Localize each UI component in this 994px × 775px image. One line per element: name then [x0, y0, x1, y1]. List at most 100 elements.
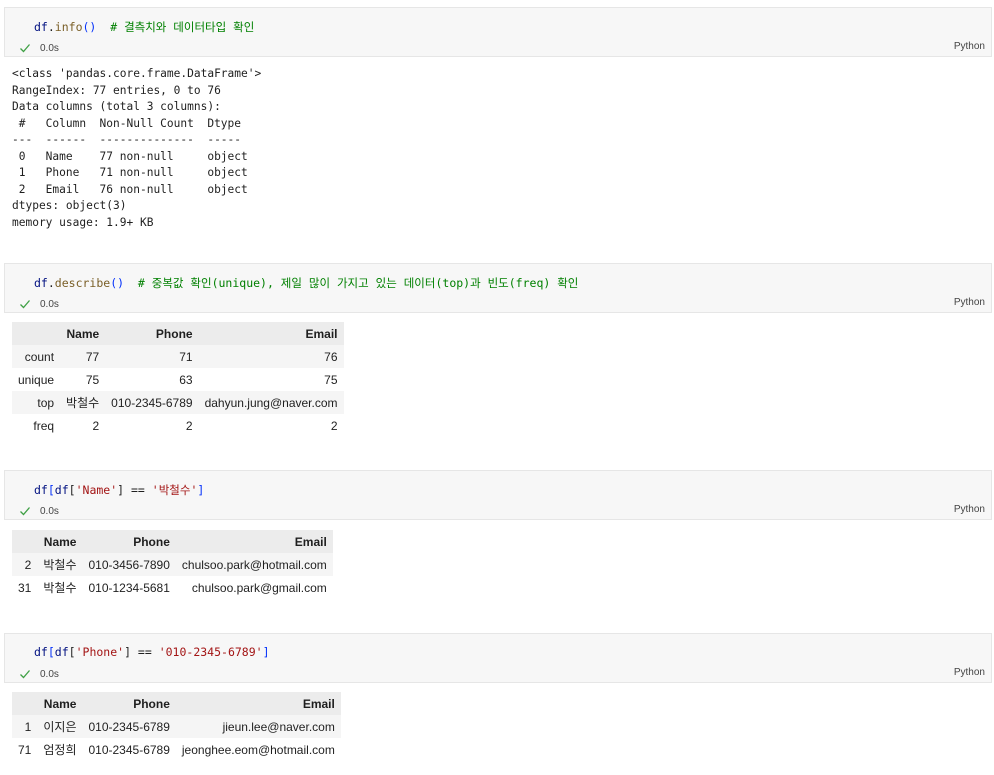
column-header: Phone	[105, 322, 199, 345]
execution-time: 0.0s	[40, 298, 59, 310]
column-header	[12, 322, 61, 345]
table-cell: chulsoo.park@hotmail.com	[175, 553, 333, 576]
column-header	[12, 692, 38, 715]
code-operator: ==	[131, 645, 159, 659]
language-label[interactable]: Python	[954, 41, 985, 52]
table-cell: 010-2345-6789	[82, 738, 176, 761]
table-cell: 박철수	[37, 576, 83, 599]
code-token: [	[47, 645, 55, 659]
table-cell: 010-2345-6789	[105, 391, 199, 414]
code-string: 'Name'	[75, 483, 118, 497]
code-editor-line[interactable]: df.info() # 결측치와 데이터타입 확인	[34, 19, 254, 35]
column-header: Name	[37, 530, 83, 553]
code-token: [	[68, 483, 76, 497]
column-header: Name	[37, 692, 83, 715]
row-index: count	[12, 345, 61, 368]
table-row: count 77 71 76	[12, 345, 344, 368]
code-token: ()	[82, 20, 97, 34]
code-string: '010-2345-6789'	[158, 645, 263, 659]
cell-status: 0.0s	[19, 41, 59, 55]
language-label[interactable]: Python	[954, 504, 985, 515]
code-editor-line[interactable]: df.describe() # 중복값 확인(unique), 제일 많이 가지…	[34, 275, 578, 291]
code-editor-line[interactable]: df[df['Phone'] == '010-2345-6789']	[34, 645, 270, 659]
output-line: dtypes: object(3)	[12, 199, 127, 212]
code-token: df	[34, 20, 48, 34]
code-token: [	[47, 483, 55, 497]
table-cell: jieun.lee@naver.com	[175, 715, 341, 738]
row-index: unique	[12, 368, 61, 391]
table-cell: 2	[198, 414, 344, 437]
code-cell-filter-name[interactable]: df[df['Name'] == '박철수'] 0.0s Python	[4, 470, 992, 520]
output-line: Data columns (total 3 columns):	[12, 100, 221, 113]
output-line: <class 'pandas.core.frame.DataFrame'>	[12, 67, 262, 80]
column-header: Email	[175, 530, 333, 553]
table-cell: 010-2345-6789	[82, 715, 176, 738]
code-cell-info[interactable]: df.info() # 결측치와 데이터타입 확인 0.0s Python	[4, 7, 992, 57]
table-cell: 76	[198, 345, 344, 368]
table-cell: 박철수	[60, 391, 106, 414]
code-token: [	[68, 645, 76, 659]
table-row: unique 75 63 75	[12, 368, 344, 391]
check-icon	[20, 44, 30, 53]
code-token: df	[54, 483, 69, 497]
output-line: # Column Non-Null Count Dtype	[12, 116, 248, 130]
cell-status: 0.0s	[19, 667, 59, 681]
code-token: ()	[110, 276, 125, 290]
column-header: Phone	[82, 530, 176, 553]
column-header: Email	[175, 692, 341, 715]
table-cell: 71	[105, 345, 199, 368]
table-cell: 010-3456-7890	[82, 553, 176, 576]
code-cell-filter-phone[interactable]: df[df['Phone'] == '010-2345-6789'] 0.0s …	[4, 633, 992, 683]
row-index: freq	[12, 414, 61, 437]
table-cell: 75	[60, 368, 106, 391]
code-token: df	[34, 645, 48, 659]
cell-output-text: <class 'pandas.core.frame.DataFrame'> Ra…	[12, 66, 261, 231]
code-string: 'Phone'	[75, 645, 125, 659]
code-comment: # 결측치와 데이터타입 확인	[110, 20, 255, 34]
code-token: .	[47, 276, 55, 290]
table-header-row: Name Phone Email	[12, 692, 341, 715]
filter-phone-output-table: Name Phone Email 1 이지은 010-2345-6789 jie…	[12, 692, 341, 761]
row-index: 2	[12, 553, 38, 576]
table-cell: 75	[198, 368, 344, 391]
language-label[interactable]: Python	[954, 667, 985, 678]
table-cell: chulsoo.park@gmail.com	[175, 576, 333, 599]
code-operator: ==	[124, 483, 152, 497]
table-header-row: Name Phone Email	[12, 322, 344, 345]
table-cell: 63	[105, 368, 199, 391]
output-line: --- ------ -------------- -----	[12, 133, 248, 146]
table-cell: jeonghee.eom@hotmail.com	[175, 738, 341, 761]
table-cell: 이지은	[37, 715, 83, 738]
table-cell: 2	[105, 414, 199, 437]
table-row: top 박철수 010-2345-6789 dahyun.jung@naver.…	[12, 391, 344, 414]
column-header: Email	[198, 322, 344, 345]
code-token: df	[34, 483, 48, 497]
column-header: Name	[60, 322, 106, 345]
output-line: memory usage: 1.9+ KB	[12, 215, 154, 229]
check-icon	[20, 670, 30, 679]
code-cell-describe[interactable]: df.describe() # 중복값 확인(unique), 제일 많이 가지…	[4, 263, 992, 313]
table-row: 71 엄정희 010-2345-6789 jeonghee.eom@hotmai…	[12, 738, 341, 761]
language-label[interactable]: Python	[954, 297, 985, 308]
output-line: 2 Email 76 non-null object	[12, 182, 248, 196]
code-editor-line[interactable]: df[df['Name'] == '박철수']	[34, 482, 204, 498]
code-token: describe	[54, 276, 111, 290]
code-comment: # 중복값 확인(unique), 제일 많이 가지고 있는 데이터(top)과…	[137, 276, 579, 290]
table-cell: 엄정희	[37, 738, 83, 761]
execution-time: 0.0s	[40, 505, 59, 517]
output-line: RangeIndex: 77 entries, 0 to 76	[12, 83, 221, 97]
code-token: info	[54, 20, 83, 34]
table-cell: dahyun.jung@naver.com	[198, 391, 344, 414]
table-cell: 77	[60, 345, 106, 368]
table-row: 31 박철수 010-1234-5681 chulsoo.park@gmail.…	[12, 576, 333, 599]
table-cell: 박철수	[37, 553, 83, 576]
check-icon	[20, 300, 30, 309]
cell-status: 0.0s	[19, 297, 59, 311]
execution-time: 0.0s	[40, 668, 59, 680]
column-header: Phone	[82, 692, 176, 715]
row-index: 1	[12, 715, 38, 738]
code-token: ]	[124, 645, 131, 659]
column-header	[12, 530, 38, 553]
code-token: df	[54, 645, 69, 659]
table-header-row: Name Phone Email	[12, 530, 333, 553]
